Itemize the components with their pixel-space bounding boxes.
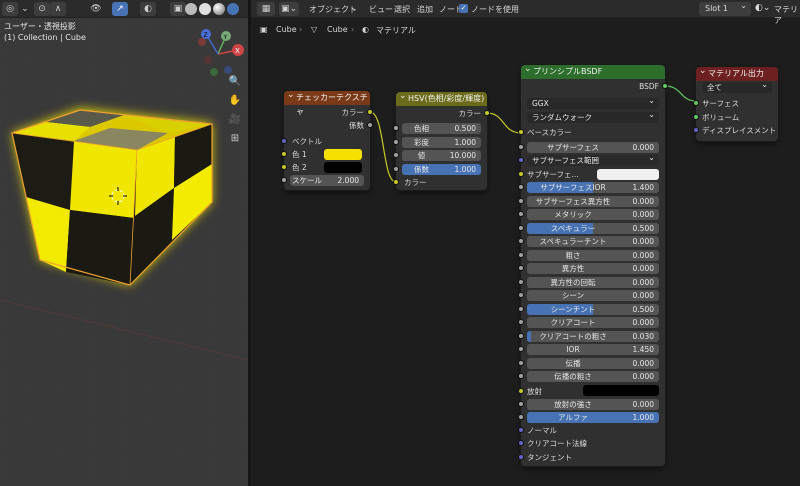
bsdf-param-socket[interactable] (518, 238, 524, 244)
bsdf-node-header[interactable]: プリンシプルBSDF (521, 62, 665, 79)
bsdf-param-socket[interactable] (518, 360, 524, 366)
bsdf-out-label: BSDF (639, 82, 659, 91)
emission-label: 放射 (527, 387, 542, 396)
emission-socket[interactable] (518, 388, 524, 394)
distribution-dropdown[interactable]: GGX (527, 95, 659, 109)
emission-strength-field[interactable]: 放射の強さ 0.000 (527, 399, 659, 410)
bsdf-param-field[interactable]: シーンチント 0.500 (527, 304, 659, 315)
tangent-socket[interactable] (518, 454, 524, 460)
output-displacement-socket[interactable] (693, 127, 699, 133)
bsdf-param-field[interactable]: クリアコート 0.000 (527, 317, 659, 328)
clearcoat-normal-socket[interactable] (518, 440, 524, 446)
bsdf-param-field[interactable]: IOR 1.450 (527, 344, 659, 355)
base-color-label: ベースカラー (527, 128, 572, 137)
hsv-val-socket[interactable] (393, 152, 399, 158)
hsv-sat-socket[interactable] (393, 139, 399, 145)
hsv-hue-socket[interactable] (393, 125, 399, 131)
hsv-in-color-label: カラー (404, 178, 427, 187)
alpha-socket[interactable] (518, 414, 524, 420)
emission-color-swatch[interactable] (583, 385, 659, 396)
output-surface-label: サーフェス (702, 99, 740, 108)
bsdf-param-field[interactable]: 伝播の粗さ 0.000 (527, 371, 659, 382)
hsv-in-color-socket[interactable] (393, 179, 399, 185)
principled-bsdf-node[interactable]: プリンシプルBSDF BSDF GGX ランダムウォーク ベースカラー サブサー… (518, 62, 668, 466)
checker-color1-swatch[interactable] (324, 149, 362, 160)
bsdf-param-field[interactable]: サブサーフェスIOR 1.400 (527, 182, 659, 193)
hsv-out-color-socket[interactable] (484, 110, 490, 116)
checker-vector-label: ベクトル (292, 137, 322, 146)
bsdf-param-field[interactable]: クリアコートの粗さ 0.030 (527, 331, 659, 342)
base-color-socket[interactable] (518, 129, 524, 135)
normal-label: ノーマル (527, 426, 557, 435)
bsdf-param-socket[interactable] (518, 292, 524, 298)
emission-strength-socket[interactable] (518, 401, 524, 407)
hsv-out-color-label: カラー (458, 109, 482, 118)
bsdf-param-socket[interactable] (518, 265, 524, 271)
checker-scale-field[interactable]: スケール 2.000 (290, 175, 364, 186)
node-links (369, 85, 697, 183)
checker-color2-label: 色 2 (292, 163, 307, 172)
checker-color2-socket[interactable] (281, 164, 287, 170)
hsv-sat-field[interactable]: 彩度 1.000 (402, 137, 481, 148)
bsdf-param-field[interactable]: シーン 0.000 (527, 290, 659, 301)
subsurface-radius-dropdown[interactable]: サブサーフェス範囲 (527, 152, 659, 166)
bsdf-param-socket[interactable] (518, 346, 524, 352)
bsdf-param-socket[interactable] (518, 279, 524, 285)
bsdf-out-socket[interactable] (662, 83, 668, 89)
checker-color1-socket[interactable] (281, 151, 287, 157)
checker-vector-socket[interactable] (281, 138, 287, 144)
bsdf-param-field[interactable]: 異方性の回転 0.000 (527, 277, 659, 288)
subsurface-method-dropdown[interactable]: ランダムウォーク (527, 109, 659, 123)
checker-node-header[interactable]: チェッカーテクスチャ (284, 88, 370, 116)
bsdf-param-field[interactable]: スペキュラー 0.500 (527, 223, 659, 234)
clearcoat-normal-label: クリアコート法線 (527, 439, 587, 448)
bsdf-param-socket[interactable] (518, 198, 524, 204)
checker-color2-swatch[interactable] (324, 162, 362, 173)
hsv-fac-socket[interactable] (393, 166, 399, 172)
checker-texture-node[interactable]: チェッカーテクスチャ カラー 係数 ベクトル 色 1 色 2 スケール 2.00… (281, 88, 373, 190)
subsurface-color-socket[interactable] (518, 171, 524, 177)
alpha-field[interactable]: アルファ 1.000 (527, 412, 659, 423)
output-target-dropdown[interactable]: 全て (702, 79, 772, 93)
bsdf-param-field[interactable]: メタリック 0.000 (527, 209, 659, 220)
checker-out-fac-label: 係数 (349, 121, 364, 130)
checker-out-color-label: カラー (341, 108, 365, 117)
bsdf-param-field[interactable]: サブサーフェス異方性 0.000 (527, 196, 659, 207)
checker-out-fac-socket[interactable] (367, 122, 373, 128)
output-volume-socket[interactable] (693, 114, 699, 120)
hsv-val-field[interactable]: 値 10.000 (402, 150, 481, 161)
checker-out-color-socket[interactable] (367, 109, 373, 115)
bsdf-param-socket[interactable] (518, 333, 524, 339)
output-surface-socket[interactable] (693, 100, 699, 106)
hsv-fac-field[interactable]: 係数 1.000 (402, 164, 481, 175)
output-volume-label: ボリューム (702, 113, 740, 122)
normal-socket[interactable] (518, 427, 524, 433)
subsurface-color-label: サブサーフェ... (527, 170, 579, 179)
bsdf-param-socket[interactable] (518, 319, 524, 325)
bsdf-param-socket[interactable] (518, 373, 524, 379)
bsdf-param-socket[interactable] (518, 252, 524, 258)
bsdf-param-socket[interactable] (518, 211, 524, 217)
bsdf-param-socket[interactable] (518, 184, 524, 190)
subsurface-color-swatch[interactable] (597, 169, 659, 180)
bsdf-param-socket[interactable] (518, 225, 524, 231)
checker-color1-label: 色 1 (292, 150, 307, 159)
bsdf-param-field[interactable]: 粗さ 0.000 (527, 250, 659, 261)
hsv-hue-field[interactable]: 色相 0.500 (402, 123, 481, 134)
material-output-node[interactable]: マテリアル出力 全て サーフェス ボリューム ディスプレイスメント (693, 64, 778, 141)
bsdf-param-field[interactable]: 異方性 0.000 (527, 263, 659, 274)
checker-scale-socket[interactable] (281, 177, 287, 183)
tangent-label: タンジェント (527, 453, 572, 462)
bsdf-param-socket[interactable] (518, 306, 524, 312)
output-displacement-label: ディスプレイスメント (702, 126, 777, 135)
subsurface-field[interactable]: サブサーフェス 0.000 (527, 142, 659, 153)
bsdf-param-field[interactable]: 伝播 0.000 (527, 358, 659, 369)
bsdf-param-field[interactable]: スペキュラーチント 0.000 (527, 236, 659, 247)
hsv-node-header[interactable]: HSV(色相/彩度/輝度) (396, 89, 487, 106)
subsurface-radius-socket[interactable] (518, 157, 524, 163)
subsurface-socket[interactable] (518, 144, 524, 150)
hsv-node[interactable]: HSV(色相/彩度/輝度) カラー 色相 0.500 彩度 1.000 値 10… (393, 89, 490, 190)
